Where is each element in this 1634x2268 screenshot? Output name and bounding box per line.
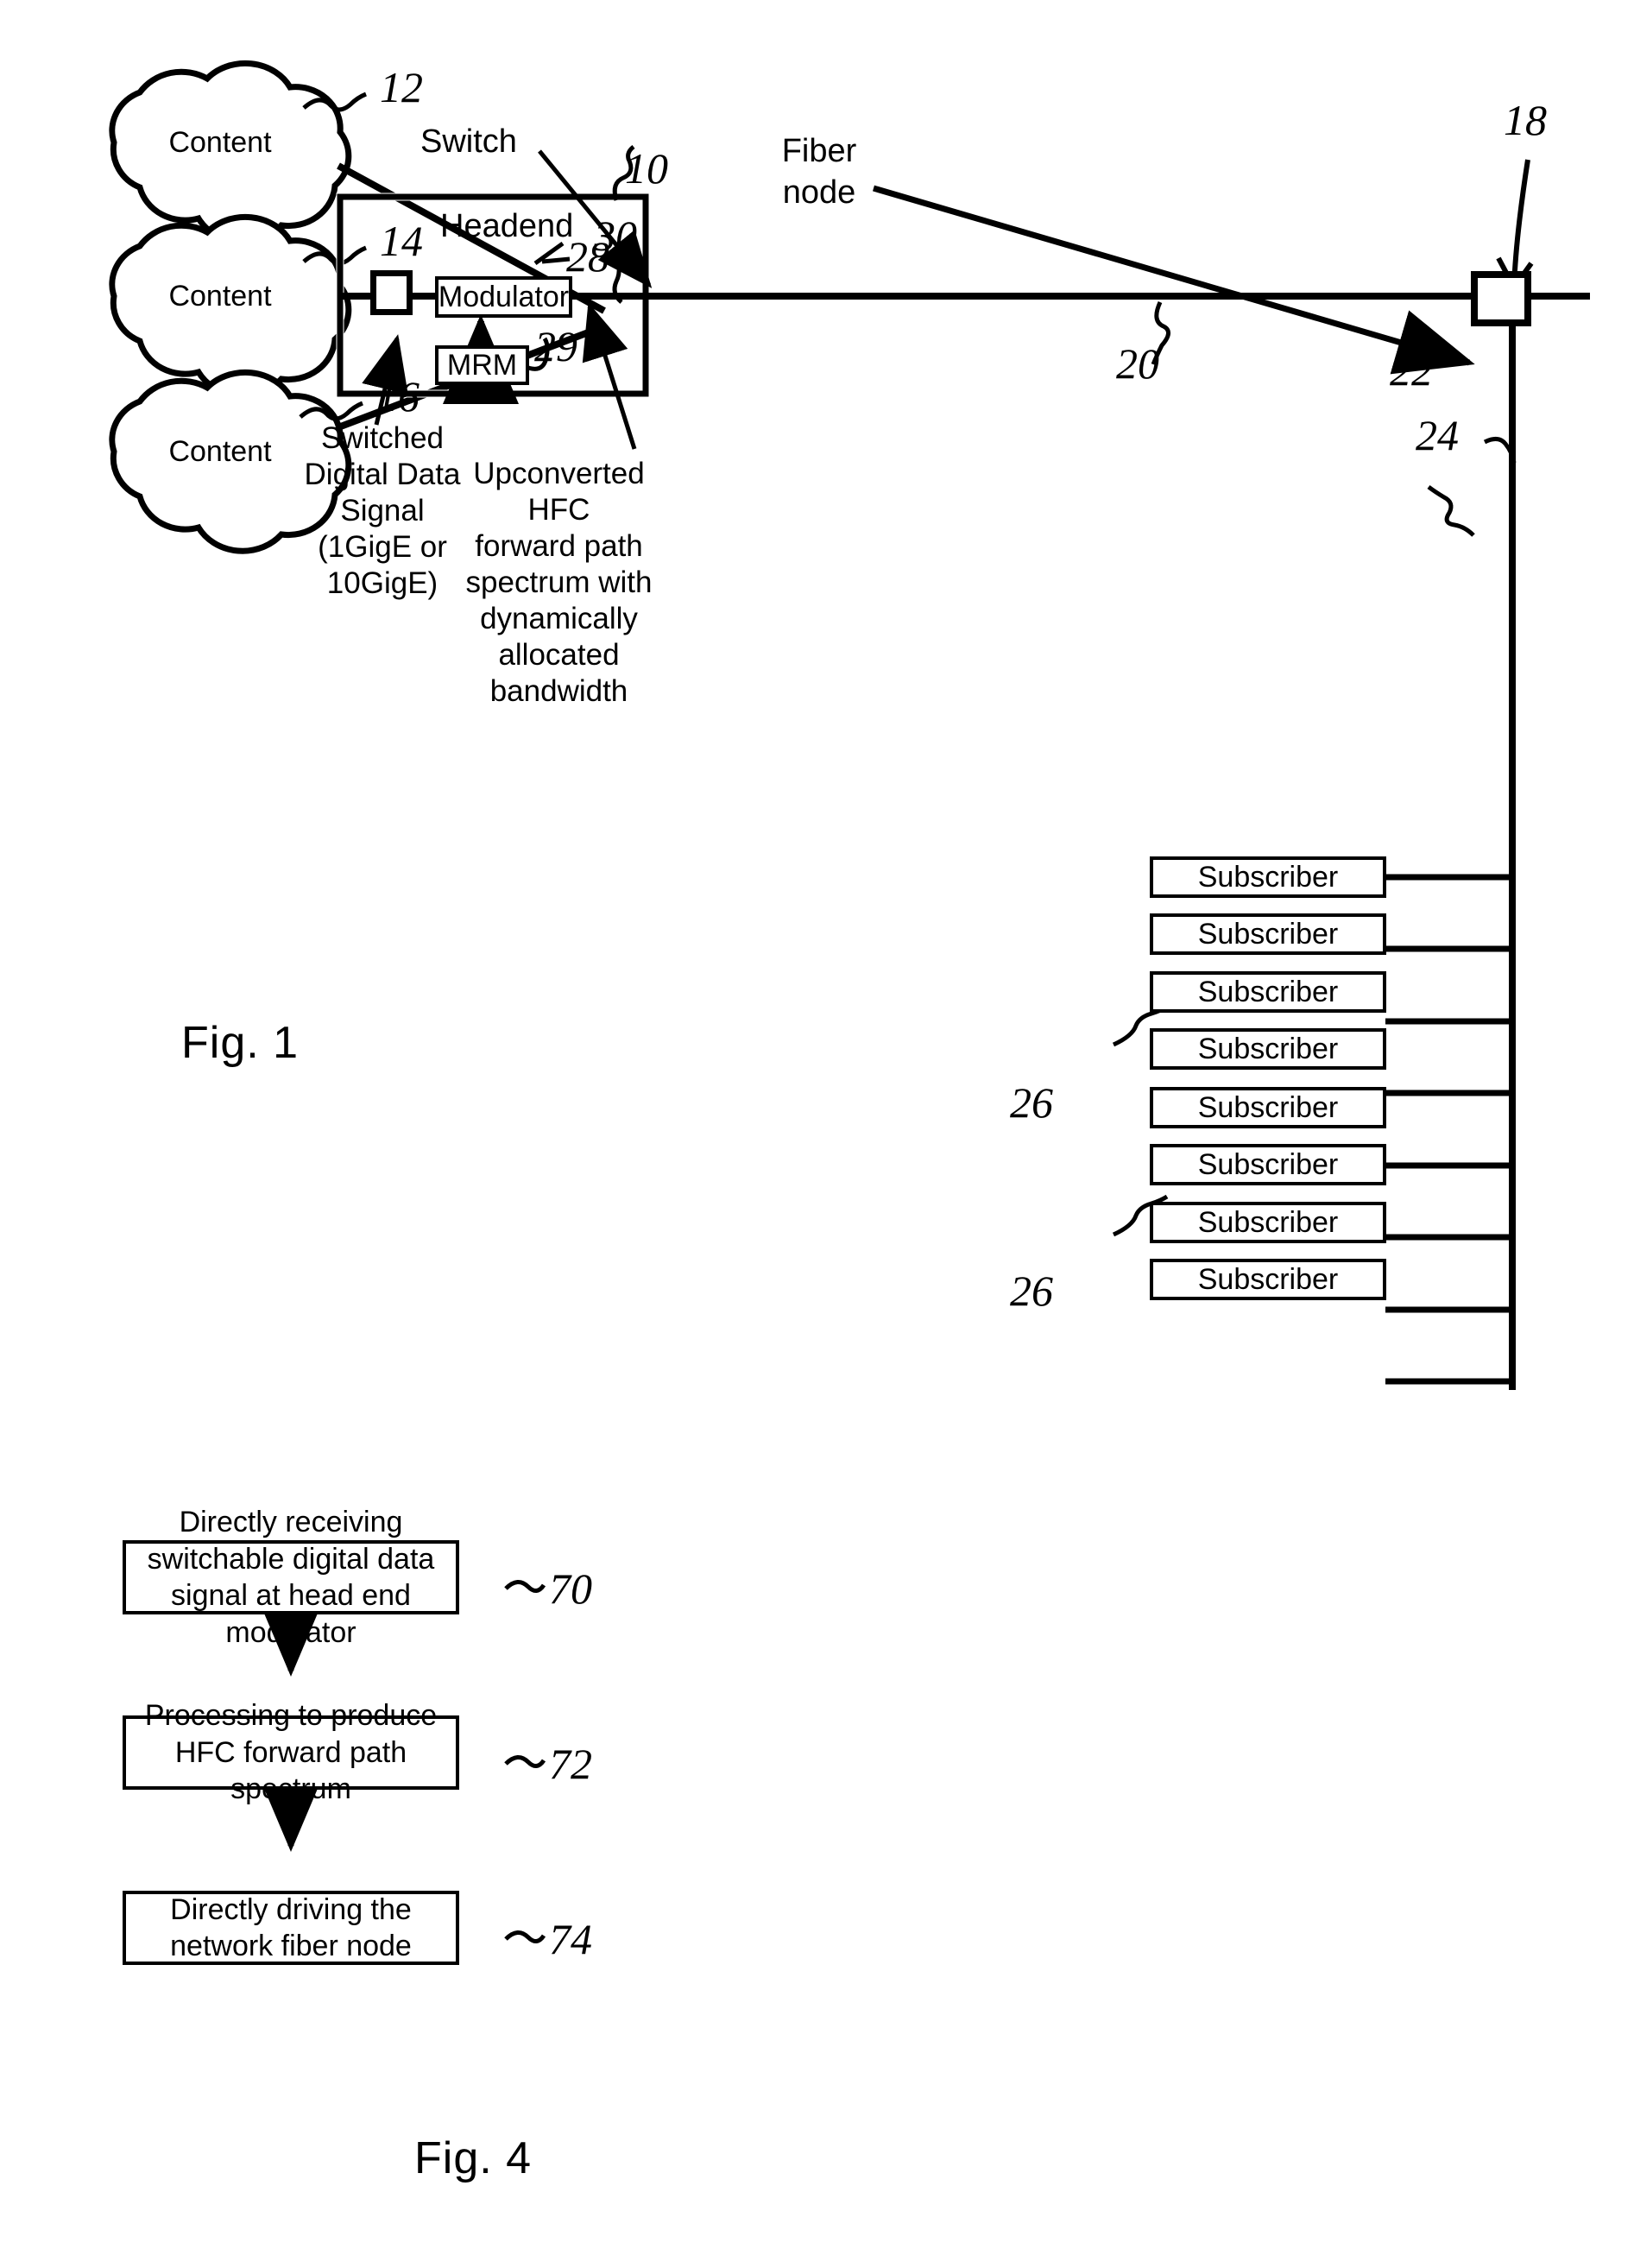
flow-step-72-label: Processing to produce HFC forward path s… [144,1699,438,1806]
fiber-node-callout-label: Fiber node [763,131,875,213]
leader-74 [504,1930,546,1943]
content-cloud-14-label: Content [168,280,272,313]
ref-numeral-24: 24 [1416,411,1459,459]
subscriber-box-4[interactable]: Subscriber [1150,1028,1386,1070]
subscriber-label-6: Subscriber [1197,1147,1339,1181]
modulator-label: Modulator [438,280,570,313]
mrm-box[interactable]: MRM [435,345,529,385]
subscriber-label-5: Subscriber [1197,1090,1339,1124]
ref-numeral-26-upper: 26 [1010,1078,1053,1127]
subscriber-box-2[interactable]: Subscriber [1150,913,1386,955]
switched-digital-signal-text: Switched Digital Data Signal (1GigE or 1… [304,421,461,600]
ref-numeral-72: 72 [549,1740,592,1788]
leader-70 [504,1580,546,1593]
leader-24 [1483,437,1517,464]
ref-numeral-26-lower: 26 [1010,1267,1053,1315]
leader-14 [302,245,367,266]
subscriber-label-2: Subscriber [1197,917,1339,951]
ref-numeral-70: 70 [549,1564,592,1613]
subscriber-label-1: Subscriber [1197,860,1339,894]
flow-step-74-box[interactable]: Directly driving the network fiber node [123,1891,459,1965]
subscriber-label-3: Subscriber [1197,975,1339,1008]
switch-square[interactable] [370,270,413,315]
subscriber-label-8: Subscriber [1197,1262,1339,1296]
ref-numeral-10: 10 [625,144,668,193]
leader-12 [302,92,367,112]
fiber-node-callout-arrow [873,185,1475,375]
fiber-node-square [1471,271,1531,326]
system-18-arrow [1496,159,1534,289]
ref-numeral-22: 22 [1390,346,1433,395]
ref-numeral-16: 16 [376,372,420,420]
subscriber-box-6[interactable]: Subscriber [1150,1144,1386,1185]
flow-step-70-box[interactable]: Directly receiving switchable digital da… [123,1506,459,1649]
headend-title: Headend [440,208,574,244]
figure-4-label: Fig. 4 [414,2133,533,2183]
content-cloud-12-label: Content [168,126,272,159]
figure-1-label: Fig. 1 [181,1018,300,1068]
ref-numeral-18: 18 [1504,96,1547,144]
subscriber-box-3[interactable]: Subscriber [1150,971,1386,1013]
leader-72 [504,1755,546,1768]
ref-numeral-74: 74 [549,1915,592,1963]
subscriber-box-7[interactable]: Subscriber [1150,1202,1386,1243]
ref-numeral-14: 14 [380,217,423,265]
leader-16 [299,401,363,421]
subscriber-box-8[interactable]: Subscriber [1150,1259,1386,1300]
upconverted-hfc-annotation: Upconverted HFC forward path spectrum wi… [440,456,678,710]
flow-step-74-label: Directly driving the network fiber node [170,1892,412,1963]
flow-step-70-label: Directly receiving switchable digital da… [147,1506,435,1649]
arrow-upconverted [582,302,637,450]
ref-numeral-20: 20 [1116,339,1159,388]
subscriber-label-7: Subscriber [1197,1205,1339,1239]
subscriber-label-4: Subscriber [1197,1032,1339,1065]
upconverted-hfc-text: Upconverted HFC forward path spectrum wi… [465,457,653,708]
leader-22 [1427,484,1475,537]
switch-callout-label: Switch [420,123,517,160]
subscriber-box-5[interactable]: Subscriber [1150,1087,1386,1128]
mrm-label: MRM [446,348,518,382]
ref-numeral-29: 29 [534,322,577,370]
flow-step-72-box[interactable]: Processing to produce HFC forward path s… [123,1699,459,1805]
leader-28-line [533,241,565,266]
fiber-node-callout-text: Fiber node [781,133,857,211]
subscriber-box-1[interactable]: Subscriber [1150,856,1386,898]
patent-figure-page: Content Content Content 12 14 16 10 30 2… [0,0,1634,2268]
ref-numeral-12: 12 [380,63,423,111]
modulator-box[interactable]: Modulator [435,276,572,318]
